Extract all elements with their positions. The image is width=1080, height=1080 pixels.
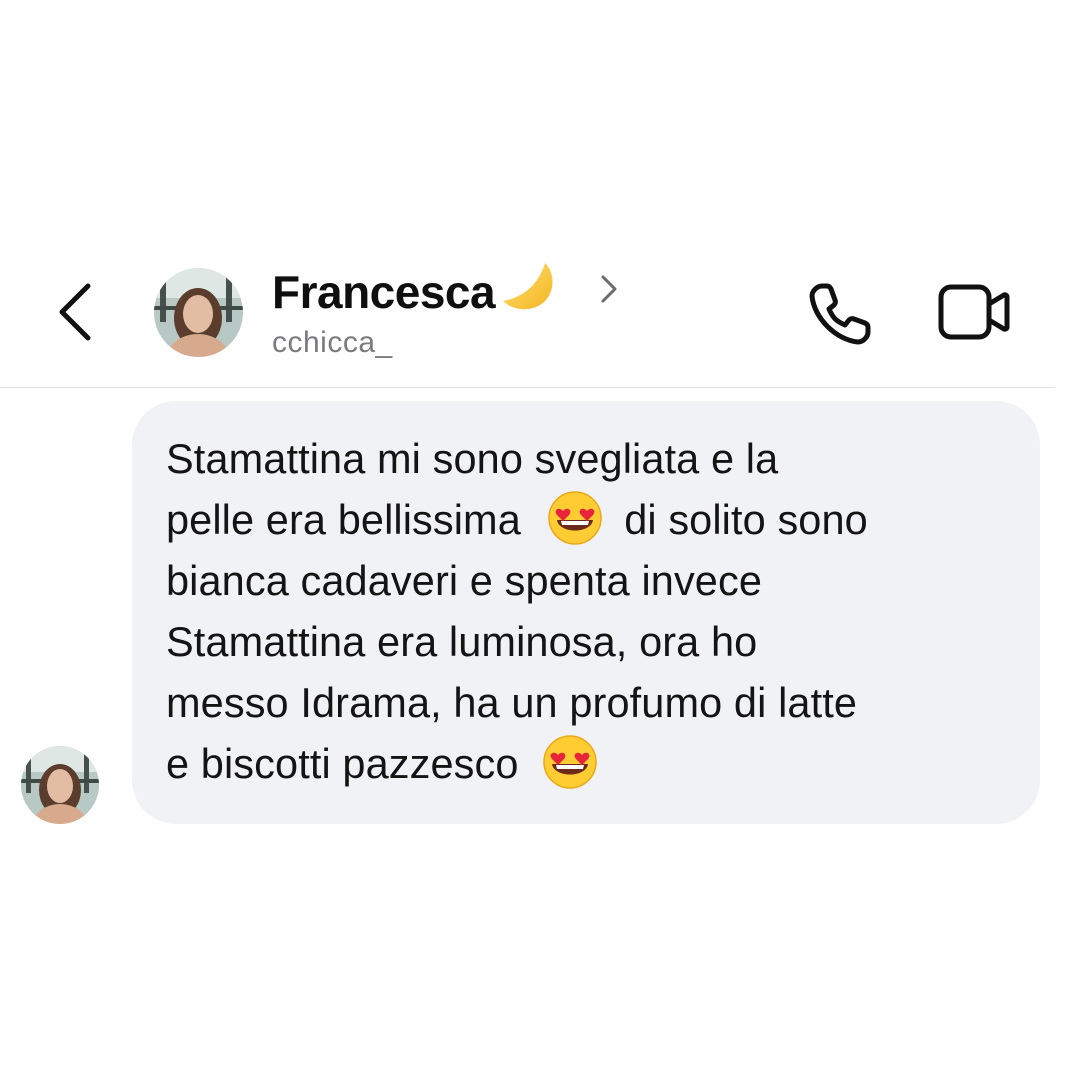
phone-icon <box>809 283 871 345</box>
message-line-text: di solito sono <box>624 496 868 543</box>
message-line: e biscotti pazzesco <box>166 735 598 790</box>
contact-name-row[interactable]: Francesca <box>272 262 559 322</box>
message-line: bianca cadaveri e spenta invece <box>166 557 763 604</box>
message-line: Stamattina mi sono svegliata e la <box>166 435 779 482</box>
message-line: pelle era bellissima di solito sono <box>166 491 868 546</box>
sender-avatar[interactable] <box>21 746 99 824</box>
call-button[interactable] <box>806 280 874 348</box>
header-divider <box>0 387 1055 388</box>
message-line-text: e biscotti pazzesco <box>166 740 519 787</box>
avatar[interactable] <box>154 268 243 357</box>
message-bubble[interactable]: Stamattina mi sono svegliata e la pelle … <box>132 401 1040 824</box>
message-line-text: pelle era bellissima <box>166 496 521 543</box>
message-line: messo Idrama, ha un profumo di latte <box>166 679 858 726</box>
heart-eyes-emoji-icon <box>547 490 603 546</box>
video-call-button[interactable] <box>938 283 1010 341</box>
username: cchicca_ <box>272 326 393 359</box>
crescent-moon-icon <box>499 257 559 322</box>
message-line: Stamattina era luminosa, ora ho <box>166 618 758 665</box>
chevron-right-icon[interactable] <box>598 272 620 311</box>
heart-eyes-emoji-icon <box>542 734 598 790</box>
chevron-left-icon <box>59 283 91 341</box>
back-button[interactable] <box>52 278 102 348</box>
contact-name: Francesca <box>272 266 496 318</box>
video-camera-icon <box>938 284 1010 340</box>
